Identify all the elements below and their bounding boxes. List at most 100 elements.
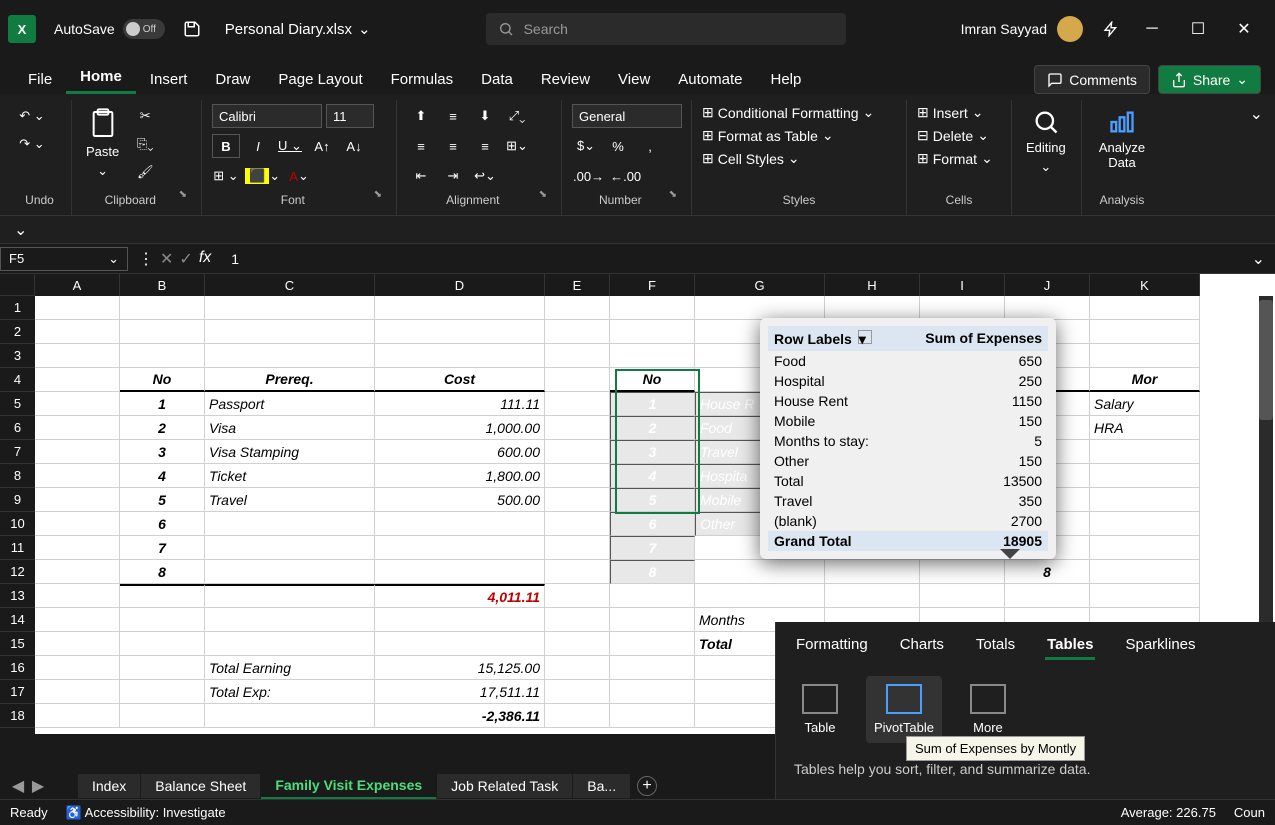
fx-icon[interactable]: fx	[199, 249, 211, 269]
cell[interactable]: -2,386.11	[375, 704, 545, 728]
tab-page-layout[interactable]: Page Layout	[264, 65, 376, 94]
cell[interactable]	[545, 536, 610, 560]
cell[interactable]: 4,011.11	[375, 584, 545, 608]
percent-button[interactable]: %	[604, 134, 632, 158]
namebox-drop-icon[interactable]: ⋮	[138, 249, 154, 269]
cell[interactable]	[610, 608, 695, 632]
cell[interactable]	[545, 296, 610, 320]
cell[interactable]: 1,000.00	[375, 416, 545, 440]
copy-button[interactable]: ⎘⌄	[131, 132, 159, 156]
sheet-tab-more[interactable]: Ba...	[573, 774, 631, 798]
cell[interactable]	[610, 320, 695, 344]
cell[interactable]	[545, 416, 610, 440]
row-header-16[interactable]: 16	[0, 656, 35, 680]
align-left-button[interactable]: ≡	[407, 134, 435, 158]
cell[interactable]	[35, 608, 120, 632]
wrap-text-button[interactable]: ↩⌄	[471, 164, 499, 188]
editing-button[interactable]: Editing⌄	[1022, 104, 1070, 189]
col-header-F[interactable]: F	[610, 274, 695, 296]
number-format-select[interactable]	[572, 104, 682, 128]
cell[interactable]	[375, 296, 545, 320]
cut-button[interactable]: ✂	[131, 104, 159, 128]
analyze-data-button[interactable]: Analyze Data	[1092, 104, 1152, 189]
sheet-nav-prev[interactable]: ◀	[8, 776, 28, 796]
sheet-tab-index[interactable]: Index	[78, 774, 141, 798]
cell[interactable]: No	[120, 368, 205, 392]
cell[interactable]	[205, 608, 375, 632]
cell[interactable]	[120, 344, 205, 368]
tab-help[interactable]: Help	[757, 65, 816, 94]
alignment-launcher[interactable]: ⬊	[539, 189, 551, 211]
align-bottom-button[interactable]: ⬇	[471, 104, 499, 128]
status-accessibility[interactable]: ♿ Accessibility: Investigate	[66, 805, 226, 821]
cell[interactable]	[695, 584, 825, 608]
row-header-1[interactable]: 1	[0, 296, 35, 320]
sheet-tab-balance[interactable]: Balance Sheet	[141, 774, 261, 798]
tab-data[interactable]: Data	[467, 65, 527, 94]
increase-decimal-button[interactable]: .00→	[572, 164, 605, 188]
close-button[interactable]: ✕	[1221, 13, 1267, 45]
tab-review[interactable]: Review	[527, 65, 604, 94]
cell[interactable]: 3	[120, 440, 205, 464]
maximize-button[interactable]: ☐	[1175, 13, 1221, 45]
cell[interactable]	[35, 296, 120, 320]
cell[interactable]	[205, 704, 375, 728]
cell[interactable]: Cost	[375, 368, 545, 392]
decrease-indent-button[interactable]: ⇤	[407, 164, 435, 188]
cell[interactable]: 111.11	[375, 392, 545, 416]
cell[interactable]	[545, 392, 610, 416]
font-color-button[interactable]: A⌄	[285, 164, 313, 188]
cell[interactable]: 3	[610, 440, 695, 464]
chevron-down-icon[interactable]: ⌄	[14, 220, 27, 240]
comments-button[interactable]: Comments	[1034, 65, 1150, 94]
cell[interactable]	[545, 704, 610, 728]
cell[interactable]	[1090, 320, 1200, 344]
tab-view[interactable]: View	[604, 65, 664, 94]
search-box[interactable]: Search	[486, 13, 846, 45]
cell[interactable]: Total Earning	[205, 656, 375, 680]
font-launcher[interactable]: ⬊	[374, 189, 386, 211]
cell[interactable]	[205, 512, 375, 536]
cell[interactable]	[1090, 584, 1200, 608]
align-right-button[interactable]: ≡	[471, 134, 499, 158]
cell[interactable]	[1090, 296, 1200, 320]
cell[interactable]: Total Exp:	[205, 680, 375, 704]
cell[interactable]	[120, 608, 205, 632]
font-size-select[interactable]	[326, 104, 374, 128]
cell[interactable]	[1090, 488, 1200, 512]
flash-icon[interactable]	[1103, 21, 1119, 37]
col-header-E[interactable]: E	[545, 274, 610, 296]
cell[interactable]	[120, 296, 205, 320]
cell[interactable]: No	[610, 368, 695, 392]
cell[interactable]	[920, 584, 1005, 608]
cell[interactable]: 5	[120, 488, 205, 512]
cell[interactable]: Visa	[205, 416, 375, 440]
cell[interactable]: 6	[610, 512, 695, 536]
cell[interactable]	[35, 416, 120, 440]
cell[interactable]	[545, 656, 610, 680]
row-header-4[interactable]: 4	[0, 368, 35, 392]
cell[interactable]: Mor	[1090, 368, 1200, 392]
row-header-13[interactable]: 13	[0, 584, 35, 608]
cell[interactable]	[375, 632, 545, 656]
col-header-A[interactable]: A	[35, 274, 120, 296]
col-header-I[interactable]: I	[920, 274, 1005, 296]
qa-thumb-pivottable[interactable]: PivotTable	[866, 676, 942, 743]
formula-expand-button[interactable]: ⌄	[1242, 249, 1275, 269]
qa-tab-formatting[interactable]: Formatting	[794, 632, 870, 660]
cell[interactable]	[35, 536, 120, 560]
cell[interactable]: Prereq.	[205, 368, 375, 392]
cell[interactable]	[35, 704, 120, 728]
toggle-switch[interactable]: Off	[123, 19, 165, 39]
row-header-18[interactable]: 18	[0, 704, 35, 728]
cell[interactable]	[695, 560, 825, 584]
cell[interactable]	[35, 368, 120, 392]
cell[interactable]	[35, 584, 120, 608]
cell[interactable]	[35, 632, 120, 656]
cell[interactable]	[545, 560, 610, 584]
col-header-D[interactable]: D	[375, 274, 545, 296]
number-launcher[interactable]: ⬊	[669, 189, 681, 211]
autosave-toggle[interactable]: AutoSave Off	[54, 19, 165, 39]
font-name-select[interactable]	[212, 104, 322, 128]
cell[interactable]	[1090, 440, 1200, 464]
